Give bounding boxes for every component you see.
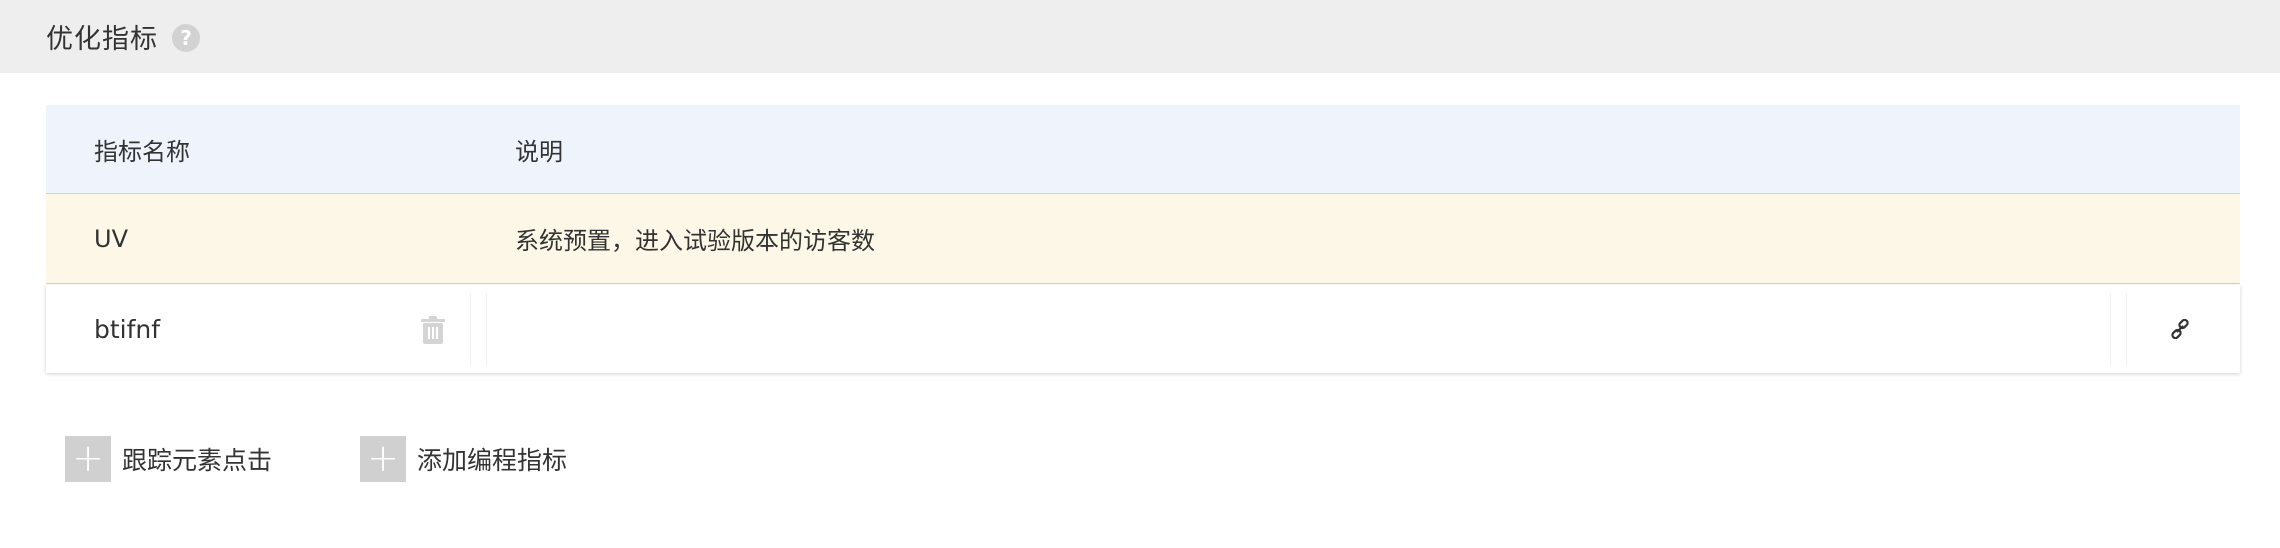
metric-name[interactable]: btifnf [94,315,160,344]
trash-icon[interactable] [420,316,446,344]
plus-icon: + [360,436,407,482]
metric-actions: + 跟踪元素点击 + 添加编程指标 [65,436,567,482]
column-divider [2110,293,2111,365]
metric-description: 系统预置，进入试验版本的访客数 [515,227,875,255]
column-divider [2126,293,2127,365]
add-programmatic-metric-button[interactable]: + 添加编程指标 [360,436,567,482]
column-header-description: 说明 [515,137,563,166]
metrics-table: 指标名称 说明 UV 系统预置，进入试验版本的访客数 btifnf [46,105,2240,373]
column-header-name: 指标名称 [94,137,190,166]
section-header: 优化指标 ? [0,0,2280,73]
table-header-row: 指标名称 说明 [46,105,2240,194]
track-element-click-button[interactable]: + 跟踪元素点击 [65,436,272,482]
plus-icon: + [65,436,111,482]
metric-name: UV [94,224,128,253]
help-icon[interactable]: ? [172,24,200,52]
table-row: btifnf [46,285,2240,373]
column-divider [486,293,487,365]
column-divider [470,293,471,365]
section-title: 优化指标 [46,24,158,55]
table-row: UV 系统预置，进入试验版本的访客数 [46,194,2240,284]
add-programmatic-metric-label: 添加编程指标 [417,446,568,475]
track-element-click-label: 跟踪元素点击 [122,446,273,475]
link-icon[interactable] [2170,318,2190,340]
